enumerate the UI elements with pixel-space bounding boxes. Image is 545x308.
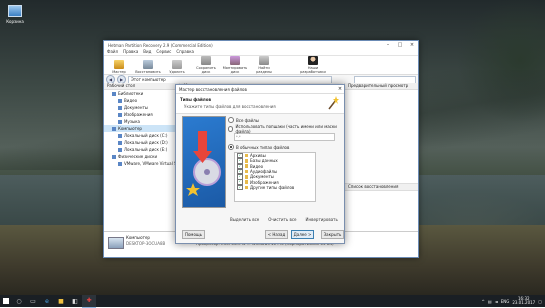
folder-icon: [244, 175, 248, 179]
delete-button[interactable]: Удалить: [164, 60, 190, 74]
folder-icon: [244, 159, 248, 163]
menu-file[interactable]: Файл: [107, 49, 118, 55]
delete-icon: [172, 60, 182, 69]
folder-icon: [244, 169, 248, 174]
tree-item-video[interactable]: Видео: [104, 97, 179, 104]
taskbar: ○ ▭ e ■ ◧ ✚ ^ ▤ ◄ ENG 16:32 23.01.2017 ▢: [0, 294, 545, 308]
menu-edit[interactable]: Правка: [123, 49, 138, 55]
save-disk-button[interactable]: Сохранить диск: [193, 56, 219, 74]
tray-chevron-icon[interactable]: ^: [481, 299, 484, 304]
toolbar: Мастер Восстановить Удалить Сохранить ди…: [104, 56, 418, 75]
radio-mask[interactable]: Использовать попшаки (часть имени или ма…: [228, 124, 338, 134]
volume-icon[interactable]: ◄: [495, 299, 498, 304]
dialog-buttons: Помощь < Назад Далее > Закрыть: [176, 230, 344, 239]
folder-icon: [244, 164, 248, 168]
help-button[interactable]: Помощь: [182, 230, 205, 239]
menu-service[interactable]: Сервис: [156, 49, 171, 55]
preview-pane: Предварительный просмотр Список восстано…: [344, 83, 418, 231]
dialog-header: Типы файлов Укажите типы файлов для восс…: [176, 94, 344, 114]
recycle-bin-label: Корзина: [6, 19, 24, 24]
magic-wand-icon: [328, 96, 339, 110]
system-tray: ^ ▤ ◄ ENG 16:32 23.01.2017 ▢: [481, 296, 545, 306]
dialog-title: Мастер восстановления файлов: [179, 86, 247, 92]
store-icon[interactable]: ◧: [68, 295, 82, 307]
maximize-icon[interactable]: □: [394, 42, 406, 48]
mount-disk-button[interactable]: Монтировать диск: [222, 56, 248, 74]
mask-input[interactable]: *.*: [234, 133, 335, 141]
dialog-close-icon[interactable]: ×: [336, 86, 344, 92]
select-all-link[interactable]: Выделить все: [230, 217, 259, 222]
notifications-icon[interactable]: ▢: [538, 299, 542, 304]
status-name: Компьютер: [126, 235, 150, 240]
dialog-titlebar[interactable]: Мастер восстановления файлов ×: [176, 85, 344, 94]
recycle-bin-icon: [8, 5, 22, 17]
menu-bar: Файл Правка Вид Сервис Справка: [104, 49, 418, 56]
menu-view[interactable]: Вид: [143, 49, 151, 55]
wand-icon: [114, 60, 124, 69]
selection-links: Выделить все Очистить все Инвертировать: [230, 217, 338, 222]
tree-header: Рабочий стол: [104, 83, 179, 90]
file-type-options: Все файлы Использовать попшаки (часть им…: [228, 117, 338, 202]
tree-item-computer[interactable]: Компьютер: [104, 125, 179, 132]
next-button[interactable]: Далее >: [291, 230, 314, 239]
window-titlebar[interactable]: Hetman Partition Recovery 2.9 (Commercia…: [104, 41, 418, 49]
minimize-icon[interactable]: –: [382, 42, 394, 48]
tree-item-images[interactable]: Изображения: [104, 111, 179, 118]
recovery-app-taskbar-icon[interactable]: ✚: [82, 294, 96, 308]
partition-icon: [259, 56, 269, 65]
folder-icon: [244, 185, 248, 190]
back-button[interactable]: < Назад: [265, 230, 288, 239]
recover-button[interactable]: Восстановить: [135, 60, 161, 74]
cancel-button[interactable]: Закрыть: [321, 230, 344, 239]
recovery-list-header: Список восстановления: [345, 183, 418, 191]
tree-item-documents[interactable]: Документы: [104, 104, 179, 111]
window-title: Hetman Partition Recovery 2.9 (Commercia…: [108, 42, 213, 48]
type-other[interactable]: Другие типы файлов: [235, 184, 315, 191]
tree-item-physical-disks[interactable]: Физические диски: [104, 153, 179, 160]
search-icon[interactable]: ○: [12, 295, 26, 307]
developers-button[interactable]: Наши разработчики: [300, 56, 326, 74]
tree-item-disk-c[interactable]: Локальный диск (C:): [104, 132, 179, 139]
tree-item-music[interactable]: Музыка: [104, 118, 179, 125]
folder-tree-pane: Рабочий стол Библиотеки Видео Документы …: [104, 83, 212, 231]
menu-help[interactable]: Справка: [176, 49, 194, 55]
recovery-wizard-dialog: Мастер восстановления файлов × Типы файл…: [175, 84, 345, 244]
file-type-list: Архивы Базы данных Видео Аудиофайлы Доку…: [234, 152, 316, 202]
tree-item-libraries[interactable]: Библиотеки: [104, 90, 179, 97]
network-icon[interactable]: ▤: [488, 299, 492, 304]
recycle-bin-shortcut[interactable]: Корзина: [3, 5, 27, 24]
language-indicator[interactable]: ENG: [501, 299, 510, 304]
tree-item-disk-e[interactable]: Локальный диск (E:): [104, 146, 179, 153]
explorer-icon[interactable]: ■: [54, 295, 68, 307]
windows-logo-icon: [3, 298, 9, 304]
disk-icon: [201, 56, 211, 65]
recover-icon: [143, 60, 153, 69]
start-button[interactable]: [0, 295, 12, 307]
folder-icon: [244, 180, 248, 184]
task-view-icon[interactable]: ▭: [26, 295, 40, 307]
radio-file-types[interactable]: В обычных типах файлов: [228, 144, 338, 150]
dialog-heading: Типы файлов: [180, 97, 211, 102]
clock[interactable]: 16:32 23.01.2017: [512, 296, 535, 306]
disc-arrow-icon: [186, 131, 221, 196]
computer-icon: [108, 237, 124, 249]
preview-header: Предварительный просмотр: [345, 83, 418, 90]
tree-item-disk-d[interactable]: Локальный диск (D:): [104, 139, 179, 146]
checkbox-icon: [237, 184, 243, 191]
dialog-subheading: Укажите типы файлов для восстановления: [184, 104, 276, 109]
clear-all-link[interactable]: Очистить все: [268, 217, 296, 222]
tree-item-vmware-disk[interactable]: VMware, VMware Virtual S SCSI Disk Devic…: [104, 160, 212, 167]
mount-icon: [230, 56, 240, 65]
wizard-button[interactable]: Мастер: [106, 60, 132, 74]
invert-link[interactable]: Инвертировать: [305, 217, 337, 222]
find-partitions-button[interactable]: Найти разделы: [251, 56, 277, 74]
close-icon[interactable]: ×: [406, 42, 418, 48]
status-host: DESKTOP-3OCUA8B: [126, 241, 166, 246]
edge-icon[interactable]: e: [40, 295, 54, 307]
folder-icon: [244, 153, 248, 158]
wizard-illustration: [182, 116, 226, 208]
person-icon: [308, 56, 318, 65]
